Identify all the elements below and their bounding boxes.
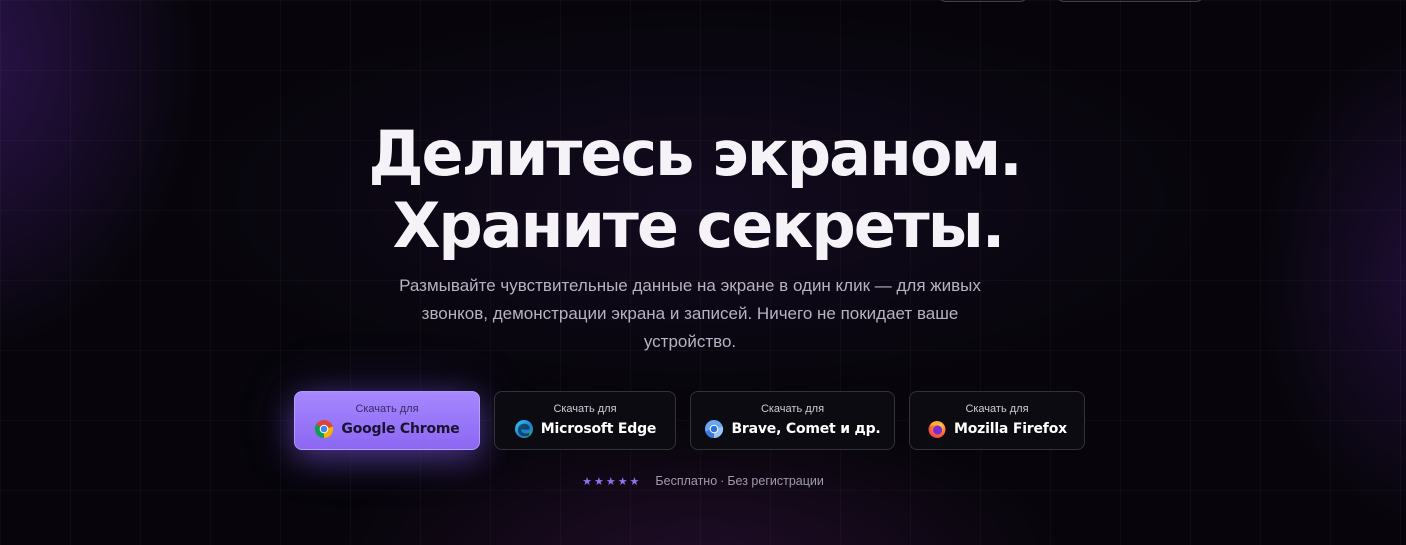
no-signup-label: Без регистрации	[727, 474, 824, 488]
edge-icon	[514, 420, 533, 438]
hero-subtitle: Размывайте чувствительные данные на экра…	[399, 276, 981, 351]
header-button-left[interactable]	[938, 0, 1028, 2]
download-browser-name: Brave, Comet и др.	[731, 421, 881, 437]
download-caption: Скачать для	[965, 403, 1029, 415]
firefox-icon	[928, 421, 946, 438]
download-caption: Скачать для	[355, 403, 419, 415]
header-button-right[interactable]	[1056, 0, 1204, 2]
download-edge-button[interactable]: Скачать для Microsoft Edge	[494, 391, 676, 450]
separator-dot: ·	[720, 474, 725, 488]
footnote-text: Бесплатно · Без регистрации	[655, 474, 823, 488]
download-caption: Скачать для	[760, 403, 825, 415]
footnote: ★★★★★ Бесплатно · Без регистрации	[0, 474, 1406, 488]
rating-stars: ★★★★★	[582, 475, 642, 488]
download-browser-name: Mozilla Firefox	[954, 421, 1067, 437]
free-label: Бесплатно	[655, 474, 718, 488]
hero-section: Делитесь экраном. Храните секреты. Размы…	[0, 0, 1406, 545]
download-caption: Скачать для	[553, 403, 617, 415]
hero-headline: Делитесь экраном. Храните секреты.	[0, 118, 1406, 262]
download-firefox-button[interactable]: Скачать для Mozilla Firefox	[909, 391, 1085, 450]
download-browser-name: Microsoft Edge	[540, 421, 657, 437]
download-chrome-button[interactable]: Скачать для Google Chrome	[294, 391, 480, 450]
headline-line-1: Делитесь экраном.	[368, 117, 1022, 190]
chrome-icon	[315, 420, 334, 439]
chromium-icon	[705, 420, 724, 439]
headline-line-2: Храните секреты.	[392, 189, 1006, 262]
download-chromium-button[interactable]: Скачать для Brave, Comet и др.	[690, 391, 895, 450]
download-browser-name: Google Chrome	[341, 421, 460, 437]
